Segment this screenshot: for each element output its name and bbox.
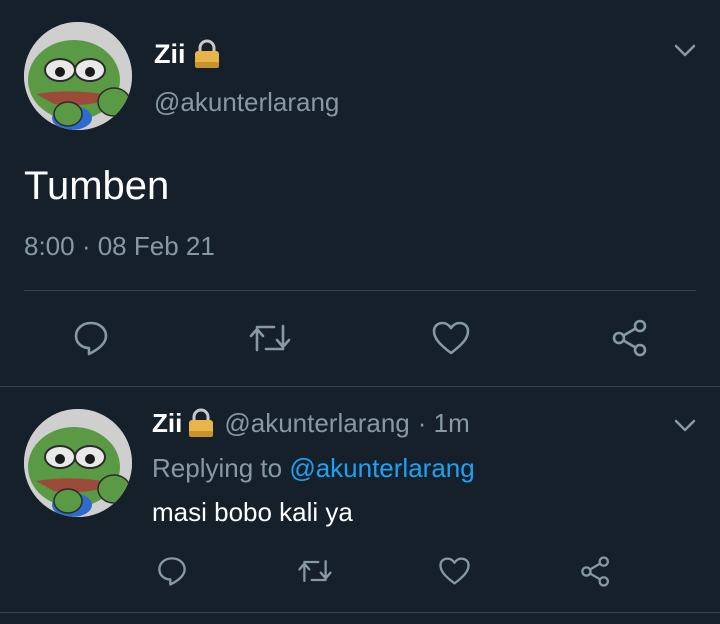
reply-tweet[interactable]: Zii @akunterlarang · 1m Replying to @aku…: [0, 387, 720, 613]
reply-button[interactable]: [152, 551, 192, 591]
tweet-text: masi bobo kali ya: [152, 497, 353, 527]
reply-icon: [158, 557, 186, 586]
tweet-timestamp[interactable]: 8:00 · 08 Feb 21: [24, 231, 215, 262]
replying-to: Replying to @akunterlarang: [152, 453, 475, 484]
retweet-icon: [249, 324, 291, 352]
like-icon: [432, 321, 470, 355]
replying-to-label: Replying to: [152, 453, 283, 483]
reply-button[interactable]: [66, 316, 116, 360]
avatar[interactable]: [24, 22, 132, 130]
avatar[interactable]: [24, 409, 132, 517]
tweet-menu-button[interactable]: [668, 38, 702, 64]
lock-icon: [192, 38, 222, 70]
share-button[interactable]: [605, 316, 655, 360]
reply-time: · 1m: [417, 407, 470, 438]
display-name[interactable]: Zii: [152, 408, 182, 439]
pepe-avatar-image: [24, 409, 132, 517]
share-icon: [612, 319, 647, 357]
retweet-button[interactable]: [245, 316, 295, 360]
main-tweet: Zii @akunterlarang Tumben 8:00 · 08 Feb …: [0, 0, 720, 386]
like-button[interactable]: [434, 551, 474, 591]
handle[interactable]: @akunterlarang: [224, 408, 409, 439]
like-button[interactable]: [426, 316, 476, 360]
chevron-down-icon: [674, 419, 696, 432]
pepe-avatar-image: [24, 22, 132, 130]
like-icon: [438, 557, 470, 585]
tweet-menu-button[interactable]: [668, 413, 702, 439]
chevron-down-icon: [674, 44, 696, 57]
reply-icon: [74, 321, 108, 356]
divider: [24, 290, 696, 291]
action-bar: [0, 310, 720, 366]
lock-icon: [186, 407, 216, 439]
display-name[interactable]: Zii: [154, 39, 186, 70]
share-icon: [580, 555, 609, 587]
retweet-button[interactable]: [295, 551, 335, 591]
bottom-divider: [0, 612, 720, 613]
share-button[interactable]: [575, 551, 615, 591]
reply-header: Zii @akunterlarang · 1m: [152, 407, 470, 439]
retweet-icon: [298, 560, 332, 582]
handle[interactable]: @akunterlarang: [154, 87, 339, 118]
tweet-text: Tumben: [24, 164, 170, 208]
action-bar: [0, 549, 720, 595]
replying-to-handle[interactable]: @akunterlarang: [289, 453, 474, 483]
